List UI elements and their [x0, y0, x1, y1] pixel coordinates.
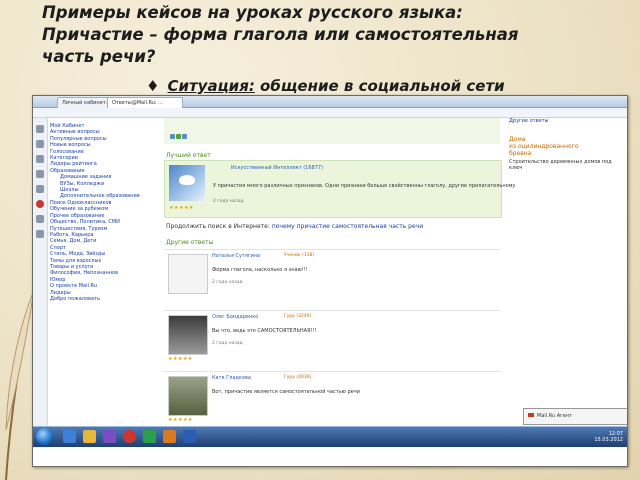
best-answer-author[interactable]: Искусственный Интеллект (16877)	[231, 165, 323, 171]
powerpoint-icon[interactable]	[163, 430, 176, 443]
ad-line-2[interactable]: из оцилиндрованного	[509, 143, 625, 150]
title-line-2: Причастие – форма глагола или самостояте…	[42, 25, 519, 44]
browser-tab-bar: Личный кабинет… Ответы@Mail.Ru: ...	[33, 96, 627, 108]
best-answer-label: Лучший ответ	[166, 152, 211, 159]
title-line-3: часть речи?	[42, 47, 156, 66]
video-icon[interactable]	[36, 170, 44, 178]
answer-text: Форма глагола, насколько я знаю!!!	[212, 267, 308, 273]
best-answer-text: У причастия много различных признаков. О…	[213, 183, 516, 189]
other-answers-label: Другие ответы	[166, 239, 214, 246]
photo-icon[interactable]	[36, 155, 44, 163]
answer-item: Наталья Сутягина Ученик (118) Форма глаг…	[164, 249, 500, 308]
continue-search: Продолжить поиск в Интернете: почему при…	[166, 223, 423, 230]
question-box	[164, 118, 500, 144]
folder-icon[interactable]	[83, 430, 96, 443]
title-line-1: Примеры кейсов на уроках русского языка:	[42, 3, 463, 22]
rating-stars: ★★★★★	[168, 356, 193, 362]
settings-icon[interactable]	[36, 215, 44, 223]
browser-tab-2[interactable]: Ответы@Mail.Ru: ...	[107, 97, 183, 108]
avatar[interactable]	[168, 315, 208, 355]
continue-search-query[interactable]: почему причастие самостоятельная часть р…	[272, 223, 423, 230]
system-tray[interactable]: 12:07 15.03.2012	[594, 431, 623, 443]
answer-author[interactable]: Катя Гладкова	[212, 375, 251, 381]
answers-content: Лучший ответ ★★★★★ Искусственный Интелле…	[164, 118, 515, 448]
windows-taskbar: 12:07 15.03.2012	[33, 426, 627, 447]
ad-line-3[interactable]: бревна	[509, 150, 625, 157]
mail-icon[interactable]	[36, 125, 44, 133]
answer-text: Вот, причастие является самостоятельной …	[212, 389, 360, 395]
media-icon[interactable]	[103, 430, 116, 443]
left-icon-strip	[33, 118, 48, 448]
situation-lead: Ситуация:	[167, 77, 255, 95]
start-button[interactable]	[36, 428, 53, 445]
word-icon[interactable]	[183, 430, 196, 443]
question-actions[interactable]	[170, 134, 188, 141]
answer-author[interactable]: Наталья Сутягина	[212, 253, 260, 259]
best-answer-box: ★★★★★ Искусственный Интеллект (16877) У …	[164, 160, 515, 218]
envelope-icon	[528, 413, 534, 417]
opera-icon[interactable]	[123, 430, 136, 443]
avatar[interactable]	[168, 254, 208, 294]
continue-search-lead: Продолжить поиск в Интернете:	[166, 223, 270, 230]
answer-author[interactable]: Олег Бондаренко	[212, 314, 258, 320]
rating-stars: ★★★★★	[169, 205, 194, 211]
answer-meta: 2 года назад	[212, 341, 243, 346]
browser-screenshot: Личный кабинет… Ответы@Mail.Ru: ... Мой …	[32, 95, 628, 467]
answer-rank: Ученик (118)	[284, 253, 315, 258]
answer-item: ★★★★★ Олег Бондаренко Гуру (3240) Вы что…	[164, 310, 500, 369]
sidebar-item[interactable]: Добро пожаловать	[50, 296, 162, 302]
browser-toolbar	[33, 108, 627, 118]
ad-title[interactable]: Дома	[509, 136, 625, 143]
slide-title: Примеры кейсов на уроках русского языка:…	[42, 2, 602, 68]
games-icon[interactable]	[36, 185, 44, 193]
avatar[interactable]	[169, 165, 205, 201]
browser-tab-1[interactable]: Личный кабинет…	[57, 97, 113, 108]
bullet-dot-icon: ♦	[146, 77, 160, 95]
category-nav: Мой Кабинет Активные вопросы Популярные во…	[50, 123, 162, 302]
contacts-icon[interactable]	[36, 140, 44, 148]
best-answer-meta: 2 года назад	[213, 199, 244, 204]
ad-text: Строительство деревянных домов под ключ	[509, 159, 612, 171]
answer-rank: Гуру (3240)	[284, 314, 312, 319]
answer-item: ★★★★★ Катя Гладкова Гуру (4036) Вот, при…	[164, 371, 500, 430]
avatar[interactable]	[168, 376, 208, 416]
right-link[interactable]: Другие ответы	[509, 118, 625, 124]
tray-date: 15.03.2012	[594, 437, 623, 443]
mail-agent-label: Mail.Ru Агент	[537, 413, 573, 419]
answer-rank: Гуру (4036)	[284, 375, 312, 380]
more-icon[interactable]	[36, 230, 44, 238]
right-column-ad: Другие ответы Дома из оцилиндрованного б…	[509, 118, 625, 198]
mail-agent-popup[interactable]: Mail.Ru Агент	[523, 408, 627, 425]
answer-meta: 2 года назад	[212, 280, 243, 285]
situation-bullet: ♦ Ситуация: общение в социальной сети	[146, 77, 505, 95]
situation-text: общение в социальной сети	[254, 77, 505, 95]
rating-stars: ★★★★★	[168, 417, 193, 423]
bird-image	[179, 175, 195, 185]
answer-text: Вы что, ведь это САМОСТОЯТЕЛЬНАЯ!!!	[212, 328, 317, 334]
skype-icon[interactable]	[143, 430, 156, 443]
ie-icon[interactable]	[63, 430, 76, 443]
alert-icon[interactable]	[36, 200, 44, 208]
